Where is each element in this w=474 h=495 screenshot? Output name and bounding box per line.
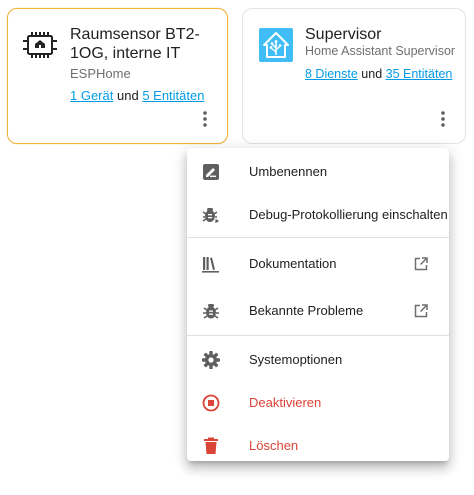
rename-box-icon [201,162,221,182]
card-subtitle: ESPHome [70,66,131,81]
menu-item-documentation[interactable]: Dokumentation [187,240,449,287]
card-subtitle: Home Assistant Supervisor [305,44,456,58]
esphome-chip-icon [20,25,60,65]
menu-item-label: Deaktivieren [249,395,322,410]
bug-play-icon [201,205,221,225]
menu-item-delete[interactable]: Löschen [187,424,449,467]
stop-circle-icon [201,393,221,413]
card-links: 1 Gerät und 5 Entitäten [70,88,204,103]
menu-item-system-options[interactable]: Systemoptionen [187,338,449,381]
card-title: Supervisor [305,26,382,43]
entities-link[interactable]: 35 Entitäten [386,67,453,81]
menu-item-label: Umbenennen [249,164,328,179]
card-title: Raumsensor BT2-1OG, interne IT [70,26,200,62]
card-links: 8 Dienste und 35 Entitäten [305,67,452,82]
menu-item-label: Systemoptionen [249,352,343,367]
devices-link[interactable]: 1 Gerät [70,88,113,103]
menu-item-label: Dokumentation [249,256,337,271]
open-in-new-icon [413,303,429,319]
conjunction-text: und [116,88,139,103]
integration-card-esphome[interactable]: Raumsensor BT2-1OG, interne IT ESPHome 1… [7,8,228,144]
menu-divider [187,237,449,238]
integrations-page: Raumsensor BT2-1OG, interne IT ESPHome 1… [0,0,474,495]
menu-item-disable[interactable]: Deaktivieren [187,381,449,424]
entities-link[interactable]: 5 Entitäten [142,88,204,103]
dots-vertical-icon [203,110,207,132]
open-in-new-icon [413,256,429,272]
services-link[interactable]: 8 Dienste [305,67,358,81]
bug-icon [201,301,221,321]
integration-card-supervisor[interactable]: Supervisor Home Assistant Supervisor 8 D… [242,8,466,144]
delete-icon [201,436,221,456]
menu-item-label: Löschen [249,438,299,453]
menu-item-rename[interactable]: Umbenennen [187,150,449,193]
menu-item-known-issues[interactable]: Bekannte Probleme [187,287,449,334]
dots-vertical-icon [441,110,445,132]
menu-item-label: Bekannte Probleme [249,303,364,318]
menu-item-debug-logging[interactable]: Debug-Protokollierung einschalten [187,193,449,236]
card-overflow-menu-button[interactable] [191,107,219,135]
cog-icon [201,350,221,370]
overflow-menu: Umbenennen Debug-Protokollierung einscha… [187,148,449,461]
home-assistant-logo-icon [256,25,296,65]
menu-item-label: Debug-Protokollierung einschalten [249,207,448,222]
card-overflow-menu-button[interactable] [429,107,457,135]
conjunction-text: und [361,67,383,81]
bookshelf-icon [201,254,221,274]
menu-divider [187,335,449,336]
